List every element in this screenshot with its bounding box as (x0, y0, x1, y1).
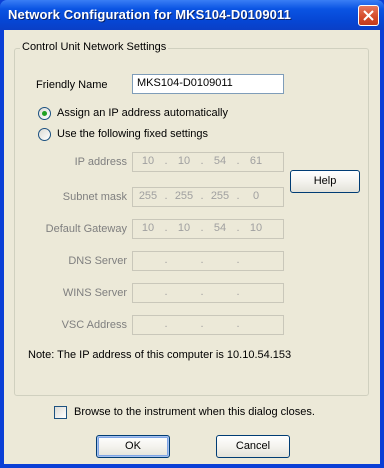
close-icon (363, 10, 374, 21)
fixed-ip-label[interactable]: Use the following fixed settings (57, 128, 208, 140)
dialog-client-area: Control Unit Network Settings Friendly N… (4, 30, 380, 464)
vsc-address-label: VSC Address (61, 319, 127, 331)
window-title: Network Configuration for MKS104-D010901… (8, 7, 291, 22)
browse-label[interactable]: Browse to the instrument when this dialo… (74, 406, 315, 418)
default-gateway-field[interactable]: 10. 10. 54. 10 (132, 219, 284, 239)
ip-address-field[interactable]: 10. 10. 54. 61 (132, 152, 284, 172)
ip-note: Note: The IP address of this computer is… (28, 349, 292, 361)
cancel-button[interactable]: Cancel (216, 435, 290, 458)
ok-button[interactable]: OK (96, 435, 170, 458)
subnet-mask-label: Subnet mask (62, 191, 127, 203)
close-button[interactable] (358, 5, 379, 26)
vsc-address-field[interactable]: ... (132, 315, 284, 335)
default-gateway-label: Default Gateway (45, 223, 127, 235)
dns-server-label: DNS Server (68, 255, 127, 267)
friendly-name-input[interactable]: MKS104-D0109011 (132, 74, 284, 94)
title-bar[interactable]: Network Configuration for MKS104-D010901… (0, 0, 384, 30)
fixed-ip-radio[interactable] (38, 128, 51, 141)
wins-server-label: WINS Server (62, 287, 127, 299)
dialog-window: Network Configuration for MKS104-D010901… (0, 0, 384, 468)
wins-server-field[interactable]: ... (132, 283, 284, 303)
dns-server-field[interactable]: ... (132, 251, 284, 271)
ip-address-label: IP address (74, 156, 127, 168)
help-button[interactable]: Help (290, 170, 360, 193)
auto-ip-label[interactable]: Assign an IP address automatically (57, 107, 228, 119)
browse-checkbox[interactable] (54, 406, 67, 419)
auto-ip-radio[interactable] (38, 107, 51, 120)
subnet-mask-field[interactable]: 255. 255. 255. 0 (132, 187, 284, 207)
group-label: Control Unit Network Settings (20, 41, 169, 53)
friendly-name-label: Friendly Name (36, 79, 108, 91)
